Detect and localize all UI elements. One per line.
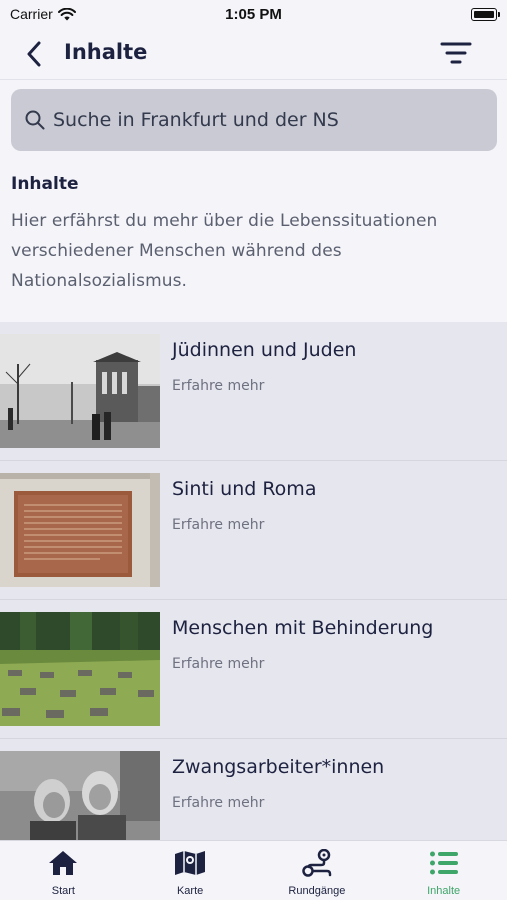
list-item-zwangsarbeiter-innen[interactable]: Zwangsarbeiter*innen Erfahre mehr xyxy=(0,739,507,840)
navigation-bar: Inhalte xyxy=(0,28,507,80)
tab-label: Rundgänge xyxy=(288,885,346,897)
tab-karte[interactable]: Karte xyxy=(127,841,254,900)
tab-inhalte[interactable]: Inhalte xyxy=(380,841,507,900)
list-icon xyxy=(428,849,460,877)
tab-start[interactable]: Start xyxy=(0,841,127,900)
tab-label: Start xyxy=(51,885,75,897)
battery-icon xyxy=(471,8,500,21)
intro-text: Hier erfährst du mehr über die Lebenssit… xyxy=(11,211,438,291)
list-item-sinti-und-roma[interactable]: Sinti und Roma Erfahre mehr xyxy=(0,461,507,600)
status-bar: Carrier 1:05 PM xyxy=(0,0,507,28)
map-icon xyxy=(174,849,206,877)
search-bar[interactable] xyxy=(11,89,497,151)
thumbnail-image xyxy=(0,751,160,840)
status-time: 1:05 PM xyxy=(225,6,282,23)
search-input[interactable] xyxy=(53,109,473,131)
tab-label: Inhalte xyxy=(427,885,461,897)
list-item-title: Zwangsarbeiter*innen xyxy=(172,756,385,778)
home-icon xyxy=(47,849,79,877)
learn-more-link[interactable]: Erfahre mehr xyxy=(172,795,264,811)
thumbnail-image xyxy=(0,473,160,587)
list-item-title: Jüdinnen und Juden xyxy=(172,339,357,361)
tab-rundgaenge[interactable]: Rundgänge xyxy=(254,841,381,900)
back-button[interactable] xyxy=(18,38,50,70)
filter-button[interactable] xyxy=(439,38,473,70)
content-list: Jüdinnen und Juden Erfahre mehr Sinti un… xyxy=(0,322,507,840)
list-item-menschen-mit-behinderung[interactable]: Menschen mit Behinderung Erfahre mehr xyxy=(0,600,507,739)
route-icon xyxy=(301,849,333,877)
learn-more-link[interactable]: Erfahre mehr xyxy=(172,517,264,533)
list-item-juedinnen-und-juden[interactable]: Jüdinnen und Juden Erfahre mehr xyxy=(0,322,507,461)
learn-more-link[interactable]: Erfahre mehr xyxy=(172,378,264,394)
learn-more-link[interactable]: Erfahre mehr xyxy=(172,656,264,672)
list-item-title: Sinti und Roma xyxy=(172,478,317,500)
search-icon xyxy=(25,110,45,130)
filter-icon xyxy=(440,42,472,64)
intro-section: Inhalte Hier erfährst du mehr über die L… xyxy=(0,152,507,322)
list-item-title: Menschen mit Behinderung xyxy=(172,617,434,639)
thumbnail-image xyxy=(0,334,160,448)
tab-bar: Start Karte Rundgänge Inhalte xyxy=(0,840,507,900)
thumbnail-image xyxy=(0,612,160,726)
page-title: Inhalte xyxy=(64,40,148,64)
intro-heading: Inhalte xyxy=(11,174,79,194)
tab-label: Karte xyxy=(176,885,204,897)
chevron-left-icon xyxy=(27,41,41,67)
